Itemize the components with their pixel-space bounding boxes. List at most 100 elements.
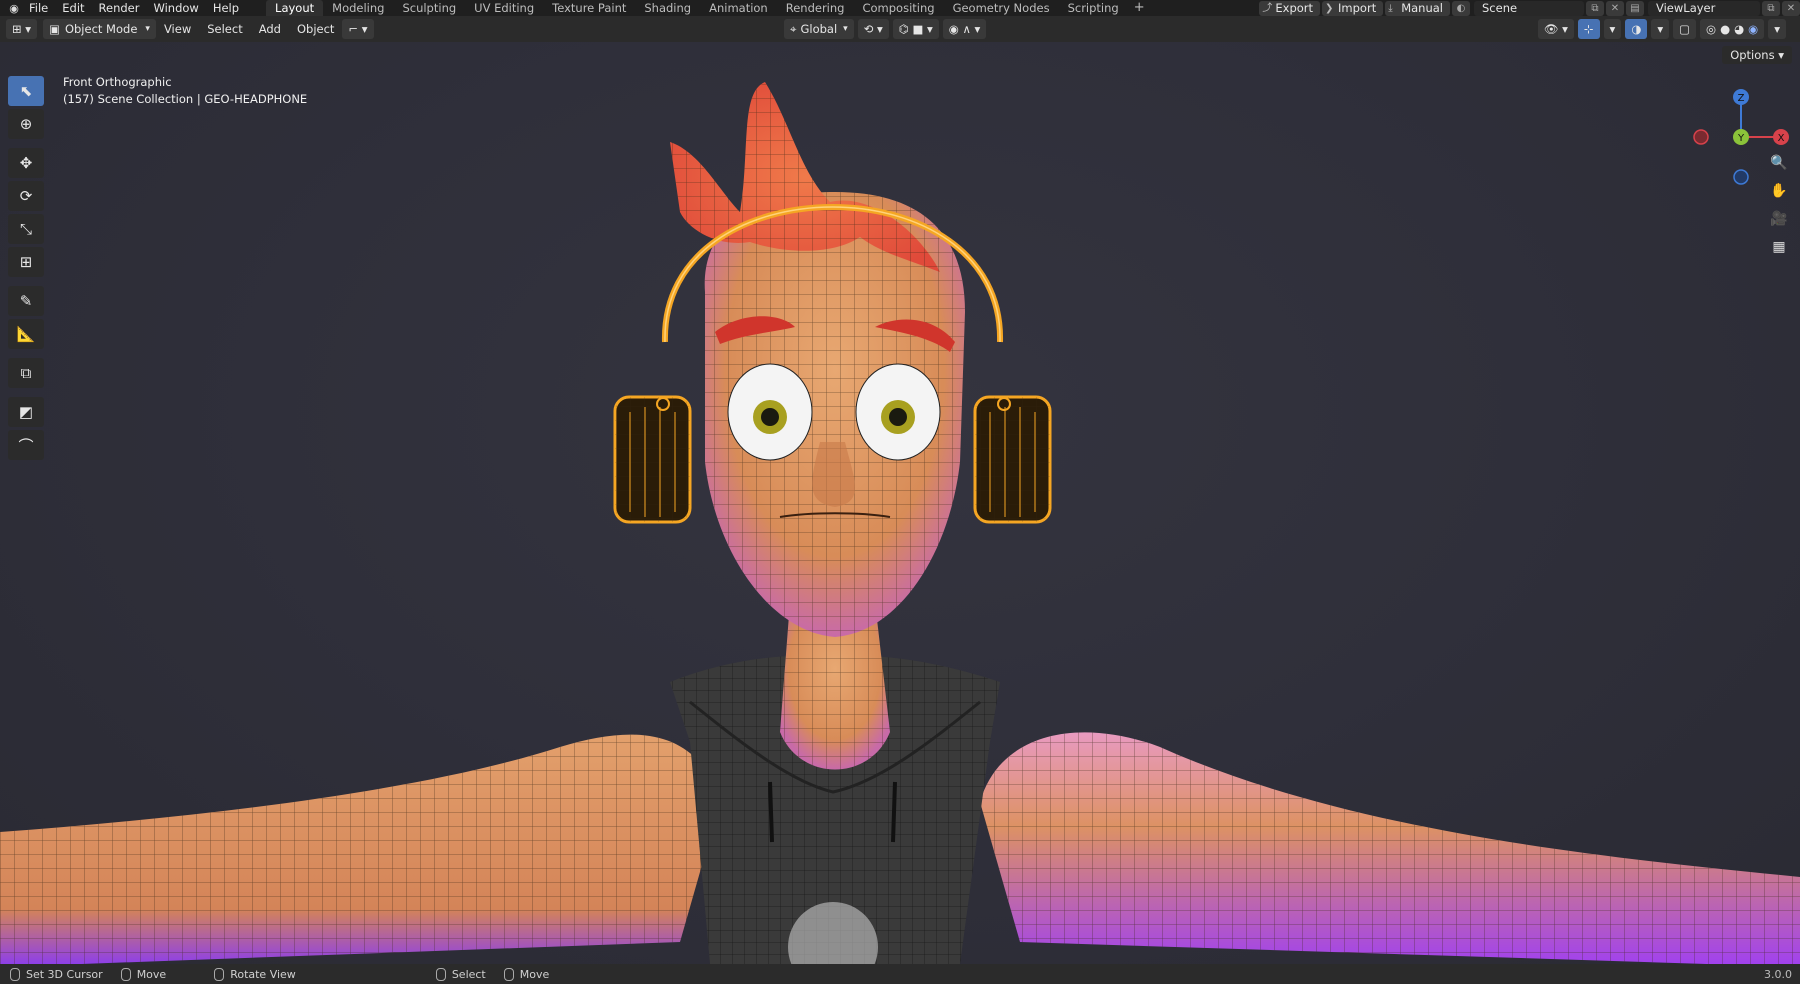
menu-object[interactable]: Object xyxy=(289,22,342,36)
shading-modes[interactable]: ◎ ● ◕ ◉ xyxy=(1700,19,1765,39)
pan-hand-icon[interactable]: ✋ xyxy=(1768,180,1790,202)
export-icon: ⤴ xyxy=(1262,2,1273,14)
menu-view[interactable]: View xyxy=(156,22,199,36)
mouse-left-icon xyxy=(10,967,20,981)
visibility-dropdown[interactable]: 👁 ▾ xyxy=(1537,19,1574,39)
gizmo-toggle[interactable]: ⊹ xyxy=(1577,19,1600,39)
tab-texture-paint[interactable]: Texture Paint xyxy=(543,0,635,16)
object-mode-icon: ▣ xyxy=(49,22,60,36)
wireframe-shading-icon[interactable]: ◎ xyxy=(1706,22,1716,36)
scene-name-field[interactable]: Scene xyxy=(1474,0,1584,16)
grid-icon[interactable]: ▦ xyxy=(1768,236,1790,258)
cursor-tool[interactable]: ⊕ xyxy=(8,109,44,139)
pivot-point-dropdown[interactable]: ⟲ ▾ xyxy=(857,19,889,39)
scale-tool[interactable]: ⤡ xyxy=(8,214,44,244)
shading-dropdown[interactable]: ▾ xyxy=(1768,19,1786,39)
mode-selector[interactable]: ▣ Object Mode ▾ xyxy=(43,19,156,39)
tab-rendering[interactable]: Rendering xyxy=(777,0,854,16)
tab-sculpting[interactable]: Sculpting xyxy=(393,0,465,16)
menu-select[interactable]: Select xyxy=(199,22,250,36)
rotate-tool[interactable]: ⟳ xyxy=(8,181,44,211)
add-cube-icon: ⧉ xyxy=(20,364,32,382)
camera-icon[interactable]: 🎥 xyxy=(1768,208,1790,230)
3d-viewport[interactable]: Front Orthographic (157) Scene Collectio… xyxy=(0,42,1800,964)
options-label: Options xyxy=(1730,48,1775,62)
workspace-tabs: Layout Modeling Sculpting UV Editing Tex… xyxy=(266,0,1151,16)
crosshair-icon: ⊕ xyxy=(19,115,33,133)
gizmo-dropdown[interactable]: ▾ xyxy=(1603,19,1622,39)
manual-label: Manual xyxy=(1401,0,1443,15)
solid-shading-icon[interactable]: ● xyxy=(1720,22,1730,36)
view-layer-field[interactable]: ViewLayer xyxy=(1648,0,1760,16)
menu-help[interactable]: Help xyxy=(206,0,246,16)
viewport-info: Front Orthographic (157) Scene Collectio… xyxy=(63,74,307,108)
menu-render[interactable]: Render xyxy=(92,0,147,16)
tab-compositing[interactable]: Compositing xyxy=(853,0,943,16)
transform-orientation-dropdown[interactable]: ⌖ Global ▾ xyxy=(784,19,854,39)
status-label: Move xyxy=(519,967,550,981)
menu-edit[interactable]: Edit xyxy=(55,0,91,16)
status-label: Rotate View xyxy=(230,967,296,981)
status-rotate-view: Rotate View xyxy=(214,967,296,981)
status-label: Move xyxy=(136,967,167,981)
transform-tool[interactable]: ⊞ xyxy=(8,247,44,277)
menu-window[interactable]: Window xyxy=(146,0,205,16)
shear-tool[interactable]: ◩ xyxy=(8,397,44,427)
tab-geometry-nodes[interactable]: Geometry Nodes xyxy=(944,0,1059,16)
import-button[interactable]: ❯ Import xyxy=(1322,0,1384,16)
menu-add[interactable]: Add xyxy=(251,22,289,36)
delete-scene-icon[interactable]: ✕ xyxy=(1606,0,1624,16)
status-bar: Set 3D Cursor Move Rotate View Select Mo… xyxy=(0,964,1800,984)
measure-tool[interactable]: 📐 xyxy=(8,319,44,349)
overlays-dropdown[interactable]: ▾ xyxy=(1651,19,1670,39)
bend-tool[interactable]: ⌒ xyxy=(8,430,44,460)
tab-shading[interactable]: Shading xyxy=(635,0,700,16)
navigation-controls: 🔍 ✋ 🎥 ▦ xyxy=(1768,152,1790,258)
material-shading-icon[interactable]: ◕ xyxy=(1734,22,1744,36)
rotate-icon: ⟳ xyxy=(19,187,33,205)
gizmo-z-label: Z xyxy=(1738,93,1745,104)
scene-selector-icon[interactable]: ◐ xyxy=(1452,0,1470,16)
view-name: Front Orthographic xyxy=(63,75,172,89)
tab-scripting[interactable]: Scripting xyxy=(1059,0,1128,16)
move-arrows-icon: ✥ xyxy=(19,154,33,172)
shear-icon: ◩ xyxy=(18,403,34,421)
editor-type-button[interactable]: ⊞ ▾ xyxy=(6,19,38,39)
add-cube-tool[interactable]: ⧉ xyxy=(8,358,44,388)
annotate-tool[interactable]: ✎ xyxy=(8,286,44,316)
tab-animation[interactable]: Animation xyxy=(700,0,777,16)
status-select: Select xyxy=(435,967,486,981)
blender-logo-icon[interactable]: ◉ xyxy=(6,0,22,16)
view-layer-selector-icon[interactable]: ▤ xyxy=(1626,0,1644,16)
move-tool[interactable]: ✥ xyxy=(8,148,44,178)
gizmo-x-label: X xyxy=(1778,133,1785,144)
menu-file[interactable]: File xyxy=(22,0,55,16)
xray-toggle[interactable]: ▢ xyxy=(1673,19,1697,39)
import-icon: ❯ xyxy=(1325,2,1334,14)
bend-icon: ⌒ xyxy=(18,436,34,455)
new-scene-icon[interactable]: ⧉ xyxy=(1586,0,1604,16)
tab-uv-editing[interactable]: UV Editing xyxy=(465,0,543,16)
manual-button[interactable]: ⤓ Manual xyxy=(1385,0,1450,16)
select-box-tool[interactable]: ⬉ xyxy=(8,76,44,106)
proportional-editing-toggle[interactable]: ◉ ∧ ▾ xyxy=(942,19,987,39)
mouse-middle-icon xyxy=(120,967,131,981)
options-dropdown[interactable]: Options ▾ xyxy=(1722,46,1792,64)
status-move: Move xyxy=(120,967,167,981)
zoom-icon[interactable]: 🔍 xyxy=(1768,152,1790,174)
orientation-label: Global xyxy=(800,22,838,36)
status-move-2: Move xyxy=(503,967,550,981)
new-view-layer-icon[interactable]: ⧉ xyxy=(1762,0,1780,16)
delete-view-layer-icon[interactable]: ✕ xyxy=(1782,0,1800,16)
overlays-toggle[interactable]: ◑ xyxy=(1625,19,1648,39)
export-button[interactable]: ⤴ Export xyxy=(1259,0,1321,16)
status-label: Select xyxy=(451,967,486,981)
character-render xyxy=(0,82,1800,964)
snap-toggle[interactable]: ⌬ ■ ▾ xyxy=(892,19,939,39)
tab-modeling[interactable]: Modeling xyxy=(323,0,393,16)
orientation-icon: ⌖ xyxy=(790,21,797,36)
rendered-shading-icon[interactable]: ◉ xyxy=(1748,22,1758,36)
mesh-options-button[interactable]: ⌐ ▾ xyxy=(342,19,374,39)
tab-layout[interactable]: Layout xyxy=(266,0,324,16)
add-workspace-button[interactable]: + xyxy=(1128,0,1151,16)
